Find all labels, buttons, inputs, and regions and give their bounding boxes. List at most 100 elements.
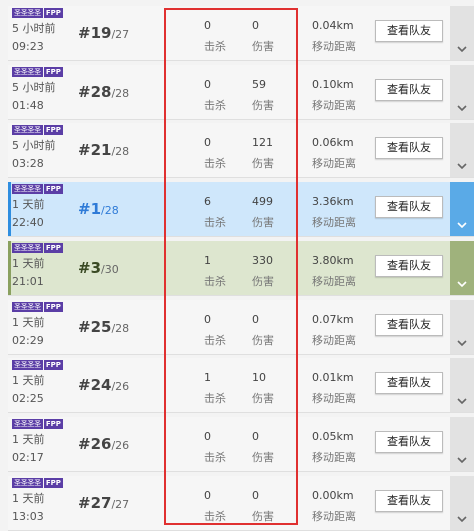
team-mode-tag: 圣圣圣圣 <box>12 184 43 195</box>
fpp-tag: FPP <box>43 184 63 195</box>
fpp-tag: FPP <box>43 66 63 77</box>
team-mode-tag: 圣圣圣圣 <box>12 301 43 312</box>
rank-number: #19 <box>78 24 112 42</box>
chevron-down-icon <box>457 46 467 52</box>
match-row: 圣圣圣圣 FPP 1 天前 02:29 #25/28 0 击杀 0 伤害 0.0… <box>8 299 474 355</box>
expand-toggle[interactable] <box>450 240 474 295</box>
damage-value: 330 <box>252 253 273 267</box>
view-teammates-button[interactable]: 查看队友 <box>375 430 443 453</box>
row-accent-stripe <box>8 6 11 60</box>
view-teammates-button[interactable]: 查看队友 <box>375 254 443 277</box>
kills-value: 1 <box>204 371 211 385</box>
kills-label: 击杀 <box>204 392 226 406</box>
placement: #27/27 <box>78 493 129 512</box>
expand-toggle[interactable] <box>450 475 474 530</box>
placement: #28/28 <box>78 82 129 101</box>
mode-badge: 圣圣圣圣 FPP <box>12 477 63 488</box>
distance-value: 0.05km <box>312 429 354 443</box>
damage-label: 伤害 <box>252 274 274 288</box>
mode-badge: 圣圣圣圣 FPP <box>12 66 63 77</box>
rank-number: #27 <box>78 493 112 512</box>
match-time: 02:25 <box>12 392 44 406</box>
damage-value: 0 <box>252 312 259 326</box>
time-ago: 5 小时前 <box>12 80 56 94</box>
fpp-tag: FPP <box>43 8 63 18</box>
damage-label: 伤害 <box>252 40 274 53</box>
distance-value: 0.01km <box>312 371 354 385</box>
fpp-tag: FPP <box>43 242 63 253</box>
kills-label: 击杀 <box>204 216 226 230</box>
view-teammates-button[interactable]: 查看队友 <box>375 489 443 512</box>
placement: #1/28 <box>78 199 119 218</box>
distance-label: 移动距离 <box>312 40 356 53</box>
rank-total: /28 <box>101 204 119 218</box>
expand-toggle[interactable] <box>450 123 474 178</box>
team-mode-tag: 圣圣圣圣 <box>12 66 43 77</box>
mode-badge: 圣圣圣圣 FPP <box>12 418 63 429</box>
match-history-list: 圣圣圣圣 FPP 5 小时前 09:23 #19/27 0 击杀 0 伤害 0.… <box>0 0 474 531</box>
match-time: 21:01 <box>12 274 44 288</box>
rank-total: /27 <box>111 28 130 41</box>
rank-number: #21 <box>78 141 112 160</box>
rank-number: #3 <box>78 258 102 277</box>
view-teammates-button[interactable]: 查看队友 <box>375 196 443 219</box>
match-row: 圣圣圣圣 FPP 1 天前 02:17 #26/26 0 击杀 0 伤害 0.0… <box>8 416 474 472</box>
expand-toggle[interactable] <box>450 64 474 119</box>
row-accent-stripe <box>8 476 11 530</box>
damage-value: 0 <box>252 429 259 443</box>
distance-value: 0.04km <box>312 19 354 32</box>
distance-label: 移动距离 <box>312 450 356 464</box>
damage-label: 伤害 <box>252 509 274 523</box>
view-teammates-button[interactable]: 查看队友 <box>375 313 443 336</box>
team-mode-tag: 圣圣圣圣 <box>12 360 43 371</box>
team-mode-tag: 圣圣圣圣 <box>12 477 43 488</box>
row-accent-stripe <box>8 417 11 471</box>
time-ago: 1 天前 <box>12 198 45 212</box>
fpp-tag: FPP <box>43 301 63 312</box>
kills-value: 0 <box>204 488 211 502</box>
expand-toggle[interactable] <box>450 299 474 354</box>
kills-value: 1 <box>204 253 211 267</box>
distance-label: 移动距离 <box>312 509 356 523</box>
chevron-down-icon <box>457 398 467 405</box>
row-accent-stripe <box>8 123 11 177</box>
time-ago: 1 天前 <box>12 432 45 446</box>
kills-value: 6 <box>204 195 211 209</box>
match-row: 圣圣圣圣 FPP 1 天前 13:03 #27/27 0 击杀 0 伤害 0.0… <box>8 475 474 531</box>
kills-label: 击杀 <box>204 98 226 112</box>
rank-number: #1 <box>78 200 102 219</box>
row-accent-stripe <box>8 358 11 412</box>
expand-toggle[interactable] <box>450 182 474 237</box>
view-teammates-button[interactable]: 查看队友 <box>375 20 443 42</box>
chevron-down-icon <box>457 516 467 522</box>
expand-toggle[interactable] <box>450 6 474 60</box>
expand-toggle[interactable] <box>450 416 474 471</box>
mode-badge: 圣圣圣圣 FPP <box>12 301 63 312</box>
rank-number: #26 <box>78 434 112 453</box>
placement: #3/30 <box>78 258 119 277</box>
view-teammates-button[interactable]: 查看队友 <box>375 78 443 101</box>
damage-label: 伤害 <box>252 98 274 112</box>
damage-value: 0 <box>252 19 259 32</box>
rank-total: /27 <box>111 497 130 511</box>
damage-label: 伤害 <box>252 157 274 171</box>
time-ago: 1 天前 <box>12 315 45 329</box>
kills-label: 击杀 <box>204 157 226 171</box>
damage-value: 121 <box>252 136 273 150</box>
rank-total: /28 <box>111 86 130 100</box>
distance-label: 移动距离 <box>312 216 356 230</box>
time-ago: 1 天前 <box>12 374 45 388</box>
mode-badge: 圣圣圣圣 FPP <box>12 184 63 195</box>
team-mode-tag: 圣圣圣圣 <box>12 418 43 429</box>
chevron-down-icon <box>457 281 467 287</box>
distance-label: 移动距离 <box>312 157 356 171</box>
row-accent-stripe <box>8 65 11 119</box>
view-teammates-button[interactable]: 查看队友 <box>375 137 443 160</box>
distance-label: 移动距离 <box>312 98 356 112</box>
view-teammates-button[interactable]: 查看队友 <box>375 372 443 395</box>
placement: #24/26 <box>78 375 129 394</box>
expand-toggle[interactable] <box>450 358 474 413</box>
distance-label: 移动距离 <box>312 333 356 347</box>
distance-label: 移动距离 <box>312 392 356 406</box>
placement: #26/26 <box>78 434 129 453</box>
